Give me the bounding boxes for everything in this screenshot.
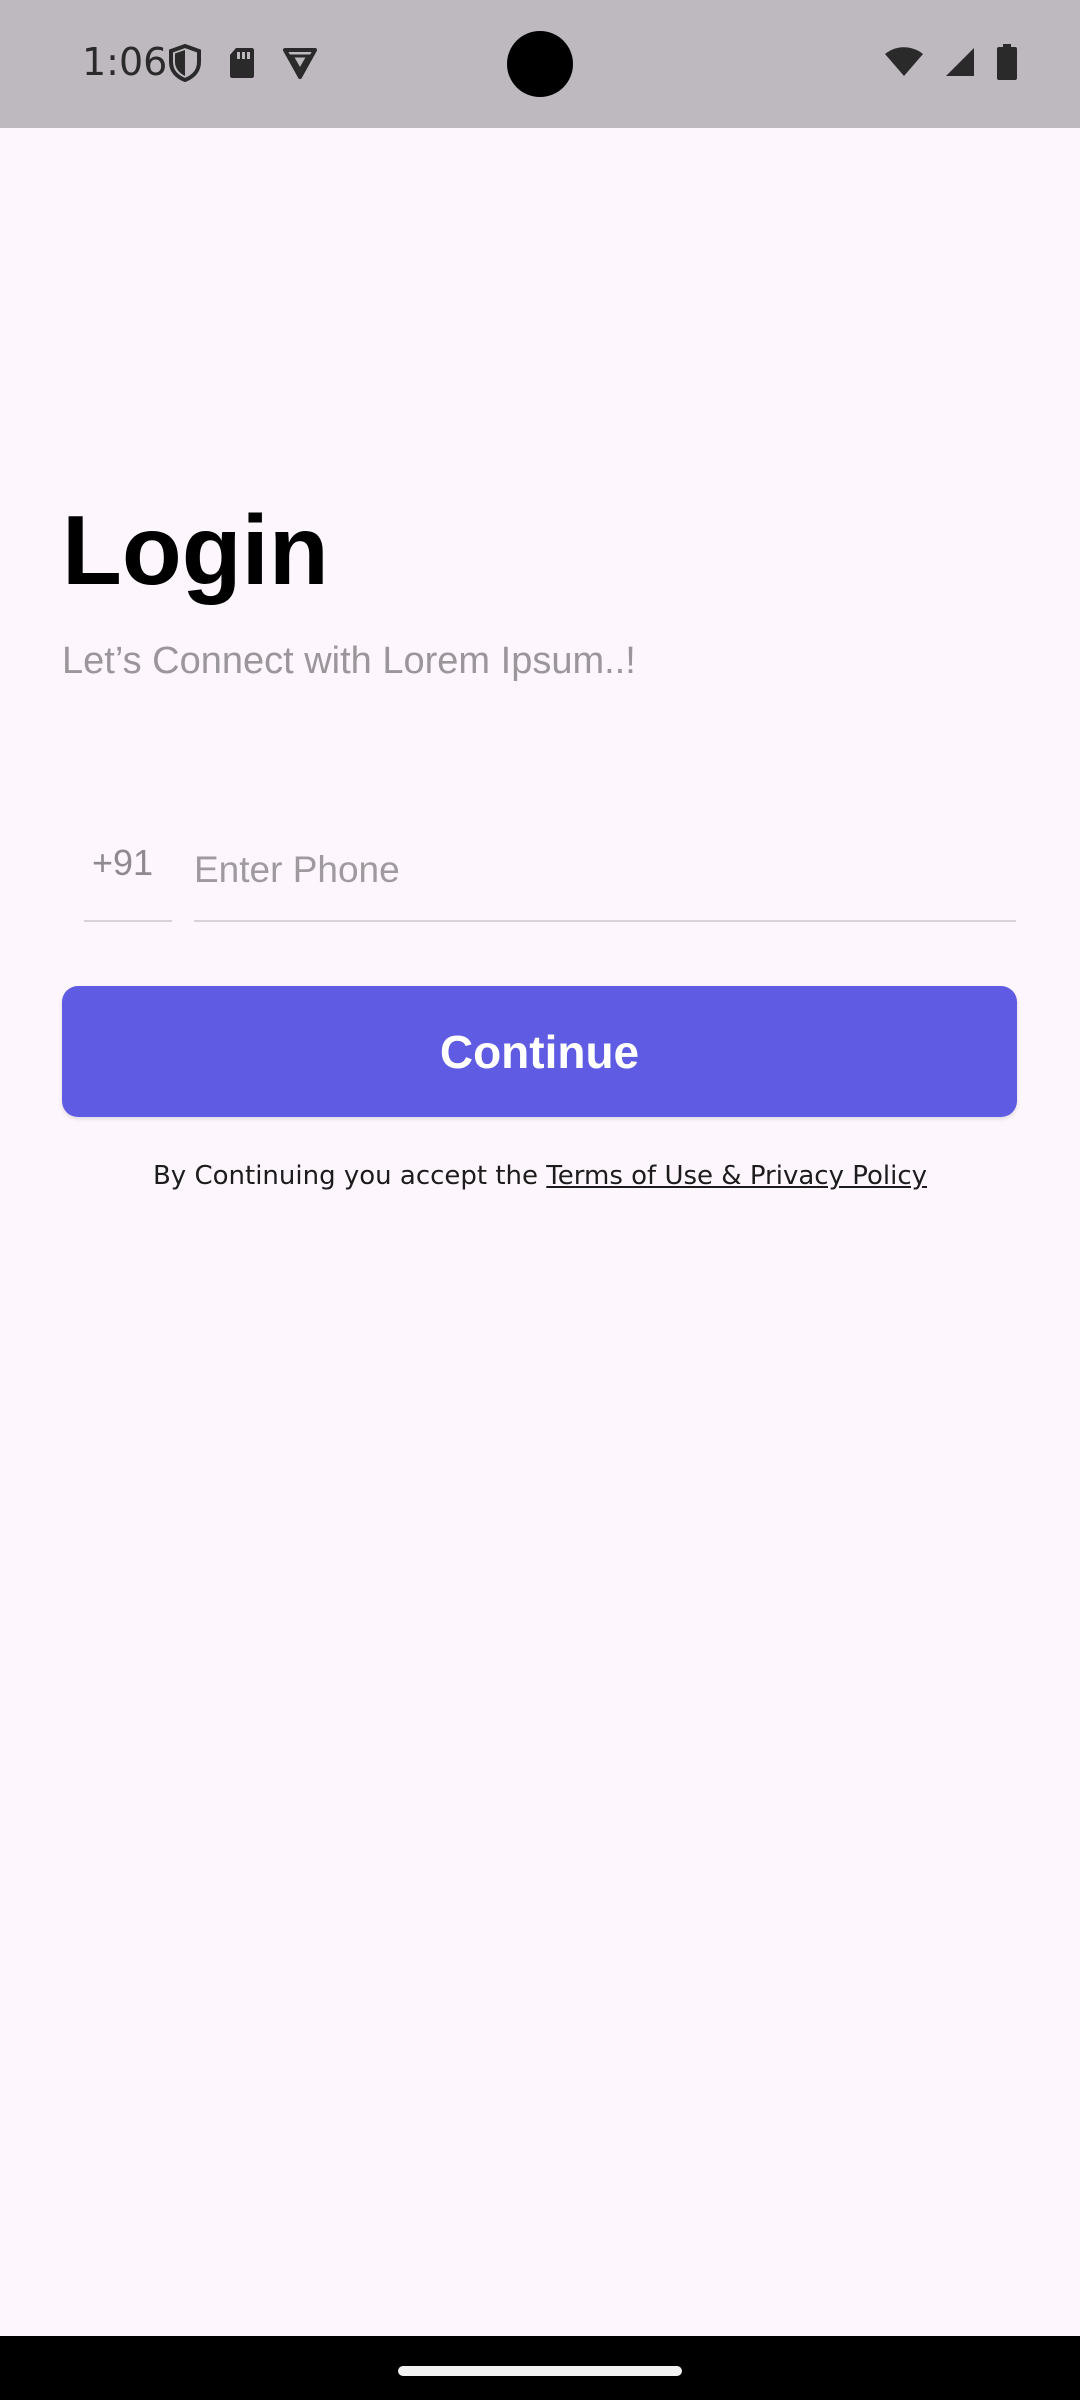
continue-button[interactable]: Continue	[62, 986, 1017, 1117]
status-icons-right	[884, 44, 1018, 80]
sd-card-icon	[228, 46, 256, 80]
country-code-label: +91	[92, 842, 154, 883]
signal-icon	[944, 46, 976, 78]
page-title: Login	[62, 495, 329, 605]
country-code-selector[interactable]: +91	[84, 820, 172, 922]
home-gesture-handle[interactable]	[398, 2366, 682, 2376]
camera-cutout	[507, 31, 573, 97]
status-bar: 1:06	[0, 0, 1080, 128]
status-time: 1:06	[82, 40, 168, 84]
terms-privacy-link[interactable]: Terms of Use & Privacy Policy	[546, 1161, 927, 1191]
terms-notice: By Continuing you accept the Terms of Us…	[140, 1158, 940, 1194]
wifi-icon	[884, 46, 924, 78]
shield-icon	[168, 44, 202, 82]
page-subtitle: Let’s Connect with Lorem Ipsum..!	[62, 640, 636, 682]
navigation-bar	[0, 2336, 1080, 2400]
vpn-triangle-icon	[282, 46, 318, 80]
phone-input[interactable]	[194, 820, 1016, 922]
status-icons-left	[168, 44, 318, 82]
terms-prefix-text: By Continuing you accept the	[152, 1161, 547, 1191]
battery-icon	[996, 44, 1018, 80]
